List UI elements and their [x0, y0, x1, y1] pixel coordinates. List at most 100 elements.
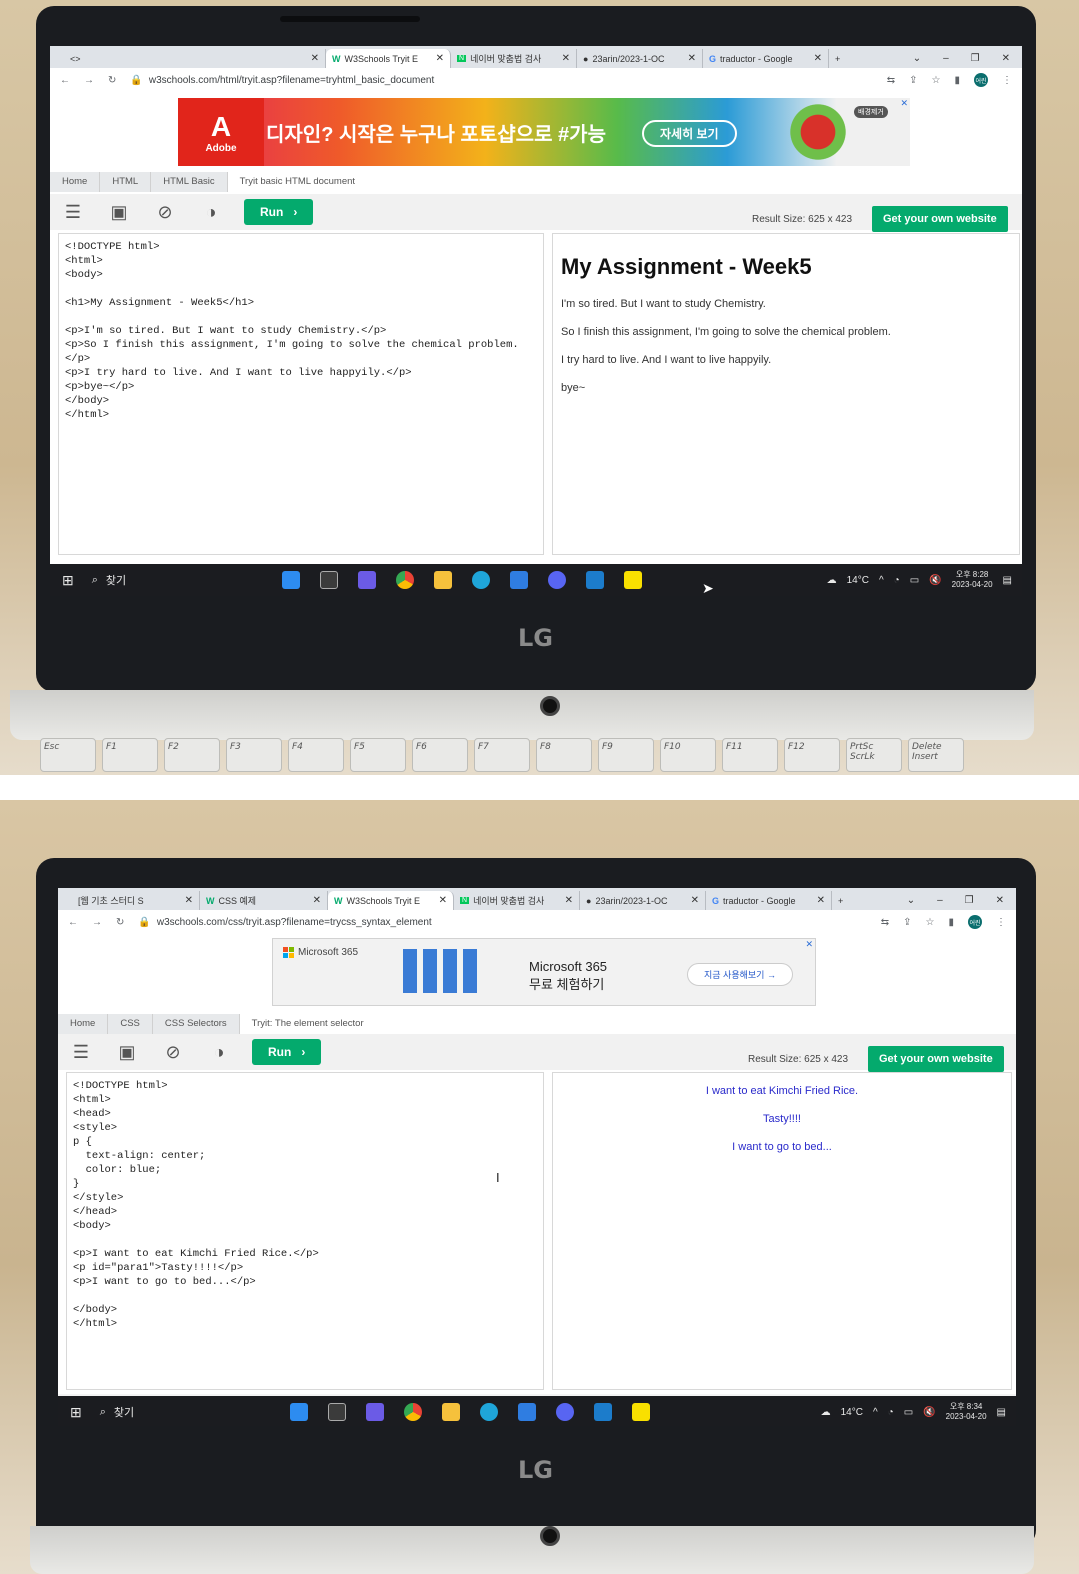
address-bar[interactable]: 🔒 w3schools.com/html/tryit.asp?filename=…	[130, 75, 872, 86]
run-button[interactable]: Run ›	[252, 1039, 322, 1065]
close-icon[interactable]: ✕	[565, 895, 573, 906]
tray-chevron-icon[interactable]: ^	[879, 575, 884, 586]
profile-avatar[interactable]: 어린	[968, 915, 982, 929]
save-icon[interactable]: ▣	[106, 201, 132, 223]
notification-icon[interactable]: ▤	[1003, 575, 1012, 586]
menu-dots-icon[interactable]: ⋮	[996, 917, 1006, 928]
browser-tab[interactable]: Gtraductor - Google ✕	[706, 891, 832, 910]
mail-icon[interactable]	[509, 571, 528, 589]
address-bar[interactable]: 🔒 w3schools.com/css/tryit.asp?filename=t…	[138, 917, 866, 928]
breadcrumb-html[interactable]: HTML	[100, 172, 152, 192]
close-icon[interactable]: ✕	[688, 53, 696, 64]
contrast-icon[interactable]: ◑	[198, 201, 224, 223]
chrome-icon[interactable]	[403, 1403, 422, 1421]
browser-tab-active[interactable]: W W3Schools Tryit E ✕	[328, 891, 454, 910]
volume-muted-icon[interactable]: 🔇	[923, 1407, 935, 1418]
translate-icon[interactable]: ⇆	[881, 917, 889, 928]
copilot-icon[interactable]	[365, 1403, 384, 1421]
edge-icon[interactable]	[471, 571, 490, 589]
network-icon[interactable]: ◔	[894, 575, 900, 586]
code-editor[interactable]: <!DOCTYPE html> <html> <head> <style> p …	[66, 1072, 544, 1390]
close-icon[interactable]: ✕	[562, 53, 570, 64]
close-icon[interactable]: ✕	[313, 895, 321, 906]
network-icon[interactable]: ◔	[888, 1407, 894, 1418]
ad-close-icon[interactable]: ✕	[900, 98, 908, 109]
browser-tab[interactable]: ● 23arin/2023-1-OC ✕	[580, 891, 706, 910]
key-f8[interactable]: F8	[536, 738, 592, 772]
key-f7[interactable]: F7	[474, 738, 530, 772]
menu-dots-icon[interactable]: ⋮	[1002, 75, 1012, 86]
ad-cta-button[interactable]: 지금 사용해보기 →	[687, 963, 793, 986]
key-f2[interactable]: F2	[164, 738, 220, 772]
new-tab-button[interactable]: +	[832, 891, 849, 910]
key-f11[interactable]: F11	[722, 738, 778, 772]
menu-icon[interactable]: ☰	[68, 1041, 94, 1063]
code-editor[interactable]: <!DOCTYPE html> <html> <body> <h1>My Ass…	[58, 233, 544, 555]
close-window-icon[interactable]: ✕	[996, 895, 1004, 906]
file-explorer-icon[interactable]	[433, 571, 452, 589]
key-f1[interactable]: F1	[102, 738, 158, 772]
rotate-icon[interactable]: ⊘	[160, 1041, 186, 1063]
adobe-ad-banner[interactable]: A Adobe 디자인? 시작은 누구나 포토샵으로 #가능 자세히 보기 배경…	[178, 98, 910, 166]
chevron-down-icon[interactable]: ⌄	[907, 895, 915, 906]
rotate-icon[interactable]: ⊘	[152, 201, 178, 223]
key-f10[interactable]: F10	[660, 738, 716, 772]
close-icon[interactable]: ✕	[691, 895, 699, 906]
discord-icon[interactable]	[547, 571, 566, 589]
browser-tab[interactable]: W CSS 예제 ✕	[200, 891, 328, 910]
browser-tab[interactable]: ● 23arin/2023-1-OC ✕	[577, 49, 703, 68]
close-icon[interactable]: ✕	[814, 53, 822, 64]
battery-icon[interactable]: ▭	[910, 575, 919, 586]
chevron-down-icon[interactable]: ⌄	[913, 53, 921, 64]
share-icon[interactable]: ⇪	[909, 75, 917, 86]
forward-icon[interactable]: →	[92, 917, 102, 928]
widgets-icon[interactable]	[281, 571, 300, 589]
get-own-website-button[interactable]: Get your own website	[872, 206, 1008, 232]
reload-icon[interactable]: ↻	[108, 75, 116, 86]
notification-icon[interactable]: ▤	[997, 1407, 1006, 1418]
taskbar-search[interactable]: ⌕ 찾기	[100, 1404, 250, 1420]
vscode-icon[interactable]	[585, 571, 604, 589]
breadcrumb-home[interactable]: Home	[50, 172, 101, 192]
task-view-icon[interactable]	[327, 1403, 346, 1421]
sidepanel-icon[interactable]: ▮	[948, 917, 954, 928]
taskbar-search[interactable]: ⌕ 찾기	[92, 572, 242, 588]
windows-start-icon[interactable]: ⊞	[62, 572, 74, 589]
mail-icon[interactable]	[517, 1403, 536, 1421]
close-icon[interactable]: ✕	[311, 53, 319, 64]
key-esc[interactable]: Esc	[40, 738, 96, 772]
clock[interactable]: 오후 8:28 2023-04-20	[952, 570, 993, 590]
restore-icon[interactable]: ❐	[965, 895, 974, 906]
windows-start-icon[interactable]: ⊞	[70, 1404, 82, 1421]
minimize-icon[interactable]: –	[937, 895, 943, 906]
breadcrumb-home[interactable]: Home	[58, 1014, 109, 1034]
translate-icon[interactable]: ⇆	[887, 75, 895, 86]
close-icon[interactable]: ✕	[439, 895, 447, 906]
edge-icon[interactable]	[479, 1403, 498, 1421]
close-icon[interactable]: ✕	[185, 895, 193, 906]
file-explorer-icon[interactable]	[441, 1403, 460, 1421]
close-icon[interactable]: ✕	[817, 895, 825, 906]
key-delete[interactable]: Delete Insert	[908, 738, 964, 772]
browser-tab[interactable]: <> ✕	[64, 49, 326, 68]
key-f5[interactable]: F5	[350, 738, 406, 772]
ad-cta-button[interactable]: 자세히 보기	[642, 120, 737, 147]
kakaotalk-icon[interactable]	[623, 571, 642, 589]
browser-tab-active[interactable]: W W3Schools Tryit E ✕	[326, 49, 451, 68]
new-tab-button[interactable]: +	[829, 49, 846, 68]
browser-tab[interactable]: N 네이버 맞춤법 검사 ✕	[451, 49, 577, 68]
microsoft-ad-banner[interactable]: Microsoft 365 Microsoft 365 무료 체험하기 지금 사…	[272, 938, 816, 1006]
clock[interactable]: 오후 8:34 2023-04-20	[946, 1402, 987, 1422]
run-button[interactable]: Run ›	[244, 199, 314, 225]
breadcrumb-css[interactable]: CSS	[108, 1014, 153, 1034]
save-icon[interactable]: ▣	[114, 1041, 140, 1063]
forward-icon[interactable]: →	[84, 75, 94, 86]
back-icon[interactable]: ←	[68, 917, 78, 928]
back-icon[interactable]: ←	[60, 75, 70, 86]
reload-icon[interactable]: ↻	[116, 917, 124, 928]
chrome-icon[interactable]	[395, 571, 414, 589]
browser-tab[interactable]: N 네이버 맞춤법 검사 ✕	[454, 891, 580, 910]
copilot-icon[interactable]	[357, 571, 376, 589]
discord-icon[interactable]	[555, 1403, 574, 1421]
menu-icon[interactable]: ☰	[60, 201, 86, 223]
